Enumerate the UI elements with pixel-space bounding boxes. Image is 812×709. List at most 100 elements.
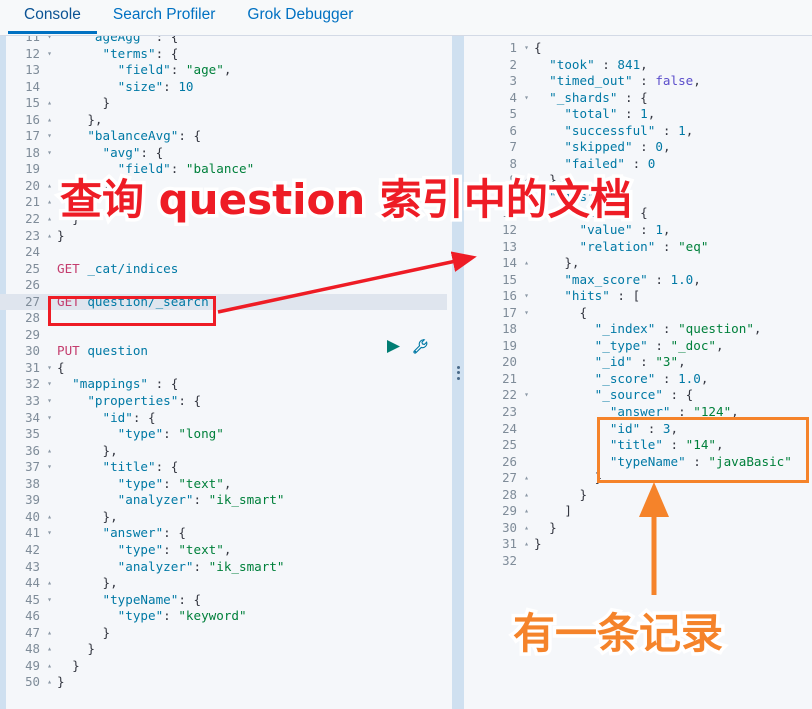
fold-toggle-icon[interactable]: ▾	[521, 205, 532, 222]
fold-toggle-icon[interactable]: ▴	[44, 674, 55, 691]
fold-toggle-icon[interactable]: ▾	[44, 46, 55, 63]
code-line[interactable]: 24	[0, 244, 447, 261]
code-line[interactable]: 7 "skipped" : 0,	[469, 139, 812, 156]
code-line[interactable]: 39 "analyzer": "ik_smart"	[0, 492, 447, 509]
fold-toggle-icon[interactable]: ▴	[521, 536, 532, 553]
code-line[interactable]: 33 ▾ "properties": {	[0, 393, 447, 410]
code-line[interactable]: 18 ▾ "avg": {	[0, 145, 447, 162]
code-line[interactable]: 25 GET _cat/indices	[0, 261, 447, 278]
code-line[interactable]: 1 ▾{	[469, 40, 812, 57]
fold-toggle-icon[interactable]: ▴	[521, 172, 532, 189]
fold-toggle-icon[interactable]: ▴	[44, 658, 55, 675]
fold-toggle-icon[interactable]: ▾	[44, 592, 55, 609]
code-line[interactable]: 34 ▾ "id": {	[0, 410, 447, 427]
code-line[interactable]: 27 ▴ }	[469, 470, 812, 487]
code-line[interactable]: 25 "title" : "14",	[469, 437, 812, 454]
code-line[interactable]: 21 ▴ }	[0, 194, 447, 211]
fold-toggle-icon[interactable]: ▴	[44, 112, 55, 129]
code-line[interactable]: 12 "value" : 1,	[469, 222, 812, 239]
code-line[interactable]: 29	[0, 327, 447, 344]
fold-toggle-icon[interactable]: ▾	[521, 40, 532, 57]
fold-toggle-icon[interactable]: ▴	[521, 255, 532, 272]
code-line[interactable]: 28 ▴ }	[469, 487, 812, 504]
code-line[interactable]: 17 ▾ {	[469, 305, 812, 322]
fold-toggle-icon[interactable]: ▾	[521, 387, 532, 404]
code-line[interactable]: 47 ▴ }	[0, 625, 447, 642]
fold-toggle-icon[interactable]: ▾	[44, 128, 55, 145]
request-options-wrench-icon[interactable]	[412, 338, 429, 355]
fold-toggle-icon[interactable]: ▾	[521, 288, 532, 305]
code-line[interactable]: 2 "took" : 841,	[469, 57, 812, 74]
code-line[interactable]: 22 ▴ }	[0, 211, 447, 228]
fold-toggle-icon[interactable]: ▾	[44, 393, 55, 410]
code-line[interactable]: 36 ▴ },	[0, 443, 447, 460]
fold-toggle-icon[interactable]: ▾	[44, 459, 55, 476]
fold-toggle-icon[interactable]: ▴	[44, 211, 55, 228]
code-line[interactable]: 32 ▾ "mappings" : {	[0, 376, 447, 393]
code-line[interactable]: 40 ▴ },	[0, 509, 447, 526]
code-line[interactable]: 10 ▾ "hits" : {	[469, 189, 812, 206]
code-line[interactable]: 38 "type": "text",	[0, 476, 447, 493]
code-line[interactable]: 49 ▴ }	[0, 658, 447, 675]
fold-toggle-icon[interactable]: ▴	[44, 509, 55, 526]
code-line[interactable]: 11 ▾ "total" : {	[469, 205, 812, 222]
fold-toggle-icon[interactable]: ▴	[44, 95, 55, 112]
code-line[interactable]: 44 ▴ },	[0, 575, 447, 592]
code-line[interactable]: 19 "field": "balance"	[0, 161, 447, 178]
code-line[interactable]: 45 ▾ "typeName": {	[0, 592, 447, 609]
fold-toggle-icon[interactable]: ▴	[44, 625, 55, 642]
tab-grok-debugger[interactable]: Grok Debugger	[231, 0, 369, 34]
tab-search-profiler[interactable]: Search Profiler	[97, 0, 232, 34]
code-line[interactable]: 8 "failed" : 0	[469, 156, 812, 173]
code-line[interactable]: 15 "max_score" : 1.0,	[469, 272, 812, 289]
code-line[interactable]: 30 ▴ }	[469, 520, 812, 537]
code-line[interactable]: 42 "type": "text",	[0, 542, 447, 559]
code-line[interactable]: 19 "_type" : "_doc",	[469, 338, 812, 355]
fold-toggle-icon[interactable]: ▾	[44, 360, 55, 377]
code-line[interactable]: 28	[0, 310, 447, 327]
fold-toggle-icon[interactable]: ▴	[521, 487, 532, 504]
fold-toggle-icon[interactable]: ▴	[521, 503, 532, 520]
code-line[interactable]: 14 ▴ },	[469, 255, 812, 272]
fold-toggle-icon[interactable]: ▾	[521, 189, 532, 206]
code-line[interactable]: 11 ▾ "ageAgg" : {	[0, 36, 447, 46]
code-line[interactable]: 15 ▴ }	[0, 95, 447, 112]
code-line[interactable]: 43 "analyzer": "ik_smart"	[0, 559, 447, 576]
fold-toggle-icon[interactable]: ▴	[44, 641, 55, 658]
fold-toggle-icon[interactable]: ▴	[44, 178, 55, 195]
code-line[interactable]: 16 ▴ },	[0, 112, 447, 129]
code-line[interactable]: 27 GET question/_search	[0, 293, 447, 311]
request-editor-pane[interactable]: 11 ▾ "ageAgg" : {12 ▾ "terms": {13 "field"…	[0, 36, 447, 709]
code-line[interactable]: 20 "_id" : "3",	[469, 354, 812, 371]
code-line[interactable]: 37 ▾ "title": {	[0, 459, 447, 476]
fold-toggle-icon[interactable]: ▾	[44, 145, 55, 162]
code-line[interactable]: 26	[0, 277, 447, 294]
code-line[interactable]: 35 "type": "long"	[0, 426, 447, 443]
code-line[interactable]: 22 ▾ "_source" : {	[469, 387, 812, 404]
editor-resize-handle[interactable]	[447, 36, 469, 709]
fold-toggle-icon[interactable]: ▾	[44, 36, 55, 46]
code-line[interactable]: 17 ▾ "balanceAvg": {	[0, 128, 447, 145]
tab-console[interactable]: Console	[8, 0, 97, 34]
fold-toggle-icon[interactable]: ▴	[44, 194, 55, 211]
fold-toggle-icon[interactable]: ▾	[521, 305, 532, 322]
response-code[interactable]: 1 ▾{2 "took" : 841, 3 "timed_out" : false,…	[469, 40, 812, 709]
fold-toggle-icon[interactable]: ▴	[44, 443, 55, 460]
code-line[interactable]: 13 "field": "age",	[0, 62, 447, 79]
code-line[interactable]: 16 ▾ "hits" : [	[469, 288, 812, 305]
code-line[interactable]: 4 ▾ "_shards" : {	[469, 90, 812, 107]
code-line[interactable]: 20 ▴ }	[0, 178, 447, 195]
code-line[interactable]: 48 ▴ }	[0, 641, 447, 658]
code-line[interactable]: 31 ▴}	[469, 536, 812, 553]
code-line[interactable]: 26 "typeName" : "javaBasic"	[469, 454, 812, 471]
code-line[interactable]: 21 "_score" : 1.0,	[469, 371, 812, 388]
code-line[interactable]: 3 "timed_out" : false,	[469, 73, 812, 90]
code-line[interactable]: 30 PUT question	[0, 343, 447, 360]
send-request-play-icon[interactable]	[385, 339, 402, 354]
code-line[interactable]: 29 ▴ ]	[469, 503, 812, 520]
code-line[interactable]: 18 "_index" : "question",	[469, 321, 812, 338]
code-line[interactable]: 13 "relation" : "eq"	[469, 239, 812, 256]
fold-toggle-icon[interactable]: ▾	[44, 376, 55, 393]
code-line[interactable]: 50 ▴}	[0, 674, 447, 691]
code-line[interactable]: 24 "id" : 3,	[469, 421, 812, 438]
